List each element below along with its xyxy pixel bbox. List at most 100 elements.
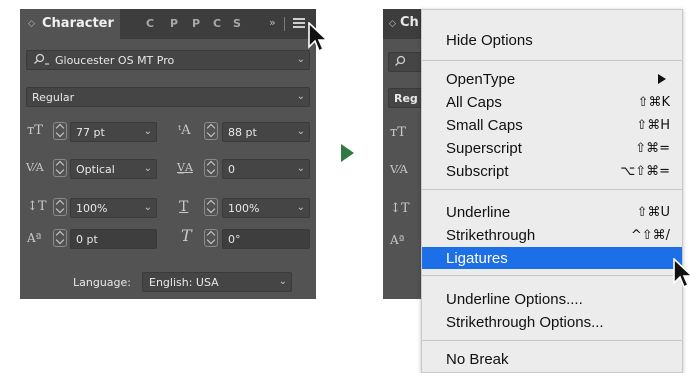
font-size-icon: ᴛT xyxy=(27,123,43,138)
menu-item-label: No Break xyxy=(446,351,509,368)
cursor-arrow-icon xyxy=(308,22,330,53)
menu-item-label: Strikethrough xyxy=(446,227,536,244)
menu-item-no-break[interactable]: No Break xyxy=(422,348,682,370)
leading-value: 88 pt xyxy=(228,126,257,139)
kerning-icon: V⁄A xyxy=(26,161,44,174)
chevron-down-icon[interactable]: ⌄ xyxy=(279,275,287,289)
tracking-field[interactable]: 0 ⌄ xyxy=(222,159,310,179)
chevron-down-icon[interactable]: ⌄ xyxy=(144,125,152,139)
chevron-down-icon[interactable]: ⌄ xyxy=(297,53,305,67)
tab-character[interactable]: ◇ Character xyxy=(20,9,120,39)
play-arrow-icon xyxy=(341,144,354,162)
menu-item-label: Underline Options.... xyxy=(446,291,583,308)
menu-item-subscript[interactable]: Subscript ⌥⇧⌘= xyxy=(422,160,682,182)
horizontal-scale-field[interactable]: 100% ⌄ xyxy=(222,198,310,218)
collapse-diamond-icon[interactable]: ◇ xyxy=(28,19,35,29)
chevron-down-icon[interactable]: ⌄ xyxy=(297,162,305,176)
menu-item-label: Underline xyxy=(446,204,511,221)
panel-flyout-menu: Hide Options OpenType All Caps ⇧⌘K Small… xyxy=(421,9,683,373)
panel-title-fragment: Ch xyxy=(400,15,419,30)
skew-field[interactable]: 0° xyxy=(222,229,310,249)
menu-item-label: Subscript xyxy=(446,163,509,180)
menu-item-superscript[interactable]: Superscript ⇧⌘= xyxy=(422,137,682,159)
menu-item-label: Ligatures xyxy=(446,250,508,267)
menu-item-opentype[interactable]: OpenType xyxy=(422,68,682,90)
font-style-value: Regular xyxy=(32,91,75,104)
font-style-field[interactable]: Regular ⌄ xyxy=(26,87,310,107)
kerning-field[interactable]: Optical ⌄ xyxy=(70,159,157,179)
menu-item-underline-options[interactable]: Underline Options.... xyxy=(422,288,682,310)
horizontal-scale-icon: T xyxy=(179,199,189,215)
language-label: Language: xyxy=(73,276,131,289)
menu-item-label: Superscript xyxy=(446,140,522,157)
menu-item-label: All Caps xyxy=(446,94,502,111)
skew-stepper[interactable] xyxy=(204,229,218,247)
vertical-scale-icon: ↕T xyxy=(27,199,47,214)
baseline-shift-value: 0 pt xyxy=(76,233,98,246)
leading-field[interactable]: 88 pt ⌄ xyxy=(222,122,310,142)
font-size-value: 77 pt xyxy=(76,126,105,139)
font-size-field[interactable]: 77 pt ⌄ xyxy=(70,122,157,142)
vertical-scale-field[interactable]: 100% ⌄ xyxy=(70,198,157,218)
menu-item-label: OpenType xyxy=(446,71,516,88)
font-family-value: Gloucester OS MT Pro xyxy=(55,54,175,67)
menu-item-label: Strikethrough Options... xyxy=(446,314,604,331)
menu-item-underline[interactable]: Underline ⇧⌘U xyxy=(422,201,682,223)
chevron-down-icon[interactable]: ⌄ xyxy=(144,201,152,215)
tab-divider xyxy=(284,17,285,31)
tab-s[interactable]: S xyxy=(233,18,241,30)
menu-item-strikethrough-options[interactable]: Strikethrough Options... xyxy=(422,311,682,333)
kerning-stepper[interactable] xyxy=(53,159,67,177)
language-value: English: USA xyxy=(149,276,219,289)
font-style-fragment: Reg xyxy=(394,92,418,105)
chevron-down-icon[interactable]: ⌄ xyxy=(297,201,305,215)
leading-stepper[interactable] xyxy=(204,122,218,140)
menu-item-hide-options[interactable]: Hide Options xyxy=(422,29,682,51)
horizontal-scale-value: 100% xyxy=(228,202,260,215)
skew-value: 0° xyxy=(228,233,241,246)
font-family-field[interactable]: Gloucester OS MT Pro ⌄ xyxy=(26,50,310,70)
tracking-stepper[interactable] xyxy=(204,159,218,177)
cursor-arrow-icon xyxy=(673,258,691,289)
baseline-shift-stepper[interactable] xyxy=(53,229,67,247)
search-icon xyxy=(394,55,412,72)
collapse-diamond-icon: ◇ xyxy=(389,19,396,29)
tab-p-2[interactable]: P xyxy=(192,18,200,30)
vertical-scale-icon: ↕T xyxy=(390,201,410,216)
menu-item-all-caps[interactable]: All Caps ⇧⌘K xyxy=(422,91,682,113)
menu-separator xyxy=(422,189,682,190)
horizontal-scale-stepper[interactable] xyxy=(204,198,218,216)
tab-p[interactable]: P xyxy=(170,18,178,30)
chevron-down-icon[interactable]: ⌄ xyxy=(144,162,152,176)
menu-item-shortcut: ⌥⇧⌘= xyxy=(620,164,670,179)
baseline-shift-icon: Aª xyxy=(390,233,405,247)
language-select[interactable]: English: USA ⌄ xyxy=(142,272,292,292)
baseline-shift-field[interactable]: 0 pt xyxy=(70,229,157,249)
leading-icon: ᵗA xyxy=(178,123,191,138)
menu-item-label: Small Caps xyxy=(446,117,523,134)
kerning-value: Optical xyxy=(76,163,115,176)
character-panel-background: ◇ Ch Reg ᴛT V⁄A ↕T Aª xyxy=(383,9,423,299)
vertical-scale-stepper[interactable] xyxy=(53,198,67,216)
tab-overflow-icon[interactable]: » xyxy=(269,17,276,29)
tab-c-2[interactable]: C xyxy=(213,18,221,30)
chevron-down-icon[interactable]: ⌄ xyxy=(297,90,305,104)
panel-menu-icon[interactable] xyxy=(293,18,305,28)
baseline-shift-icon: Aª xyxy=(27,231,42,245)
menu-item-shortcut: ⇧⌘U xyxy=(636,205,670,220)
font-size-stepper[interactable] xyxy=(53,122,67,140)
menu-item-small-caps[interactable]: Small Caps ⇧⌘H xyxy=(422,114,682,136)
menu-item-ligatures[interactable]: Ligatures xyxy=(422,247,682,269)
tab-c[interactable]: C xyxy=(146,18,154,30)
menu-item-shortcut: ⇧⌘= xyxy=(635,141,670,156)
menu-separator xyxy=(422,275,682,276)
tracking-value: 0 xyxy=(228,163,235,176)
menu-item-shortcut: ⇧⌘K xyxy=(637,95,670,110)
chevron-down-icon[interactable]: ⌄ xyxy=(297,125,305,139)
search-icon xyxy=(33,53,51,67)
menu-item-strikethrough[interactable]: Strikethrough ^⇧⌘/ xyxy=(422,224,682,246)
vertical-scale-value: 100% xyxy=(76,202,108,215)
menu-separator xyxy=(422,60,682,61)
character-panel: ◇ Character C P P C S » Gloucester OS MT… xyxy=(20,9,316,299)
tracking-icon: V̲A xyxy=(177,161,193,174)
